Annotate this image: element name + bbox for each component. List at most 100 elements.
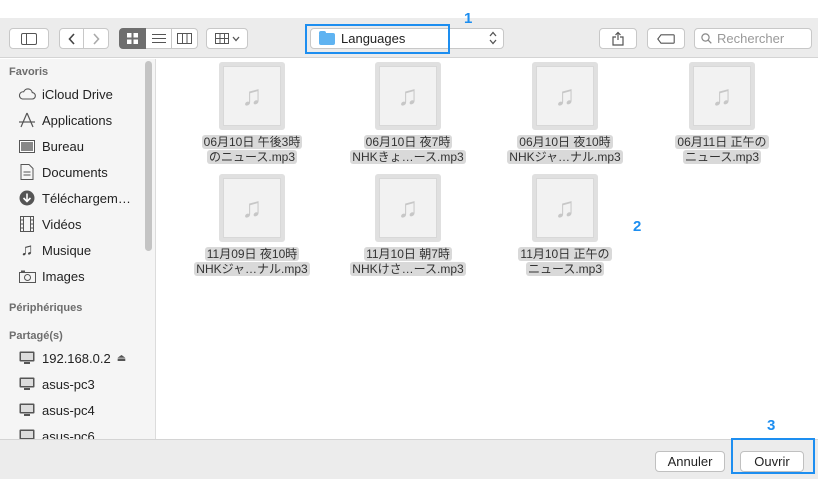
- chevron-down-icon: [232, 36, 239, 41]
- sidebar-item-label: Bureau: [42, 138, 84, 154]
- music-note-icon: ♫: [554, 192, 576, 223]
- music-note-icon: ♫: [241, 192, 263, 223]
- download-icon: [18, 190, 36, 206]
- view-mode-switcher: [119, 28, 198, 49]
- search-field[interactable]: Rechercher: [694, 28, 812, 49]
- nav-buttons: [59, 28, 109, 49]
- sidebar-toggle-icon: [21, 32, 37, 45]
- list-icon: [151, 34, 166, 43]
- monitor-icon: [18, 350, 36, 366]
- forward-button[interactable]: [84, 28, 109, 49]
- cancel-button[interactable]: Annuler: [655, 451, 725, 472]
- shared-header: Partagé(s): [9, 330, 63, 342]
- column-view-button[interactable]: [172, 28, 198, 49]
- grid-icon: [127, 33, 138, 44]
- monitor-icon: [18, 402, 36, 418]
- audio-file-thumbnail: ♫: [532, 62, 598, 130]
- sidebar-scrollbar[interactable]: [145, 61, 152, 251]
- file-item[interactable]: ♫ 06月10日 午後3時 のニュース.mp3: [187, 62, 317, 165]
- audio-file-thumbnail: ♫: [219, 62, 285, 130]
- sidebar-item-label: asus-pc4: [42, 402, 95, 418]
- tag-button[interactable]: [647, 28, 685, 49]
- share-button[interactable]: [599, 28, 637, 49]
- audio-file-thumbnail: ♫: [219, 174, 285, 242]
- audio-file-thumbnail: ♫: [532, 174, 598, 242]
- sidebar-item-label: asus-pc3: [42, 376, 95, 392]
- columns-icon: [177, 33, 192, 44]
- music-note-icon: ♫: [554, 80, 576, 111]
- tag-icon: [657, 33, 675, 44]
- chevron-left-icon: [67, 32, 75, 45]
- sidebar-item-192-168-0-2[interactable]: 192.168.0.2 ⏏: [18, 348, 126, 368]
- callout-3: 3: [767, 417, 776, 434]
- sidebar-item-downloads[interactable]: Téléchargem…: [18, 188, 131, 208]
- file-name: 06月10日 夜10時 NHKジャ…ナル.mp3: [507, 135, 623, 164]
- file-item[interactable]: ♫ 11月10日 朝7時 NHKけさ…ース.mp3: [343, 174, 473, 277]
- callout-1: 1: [464, 10, 473, 27]
- monitor-icon: [18, 376, 36, 392]
- film-icon: [18, 216, 36, 232]
- share-icon: [612, 31, 624, 46]
- dialog-footer: Annuler Ouvrir: [0, 439, 818, 479]
- location-highlight-box: [305, 24, 450, 54]
- open-highlight-box: [731, 438, 815, 474]
- sidebar-item-label: Musique: [42, 242, 92, 258]
- chevron-right-icon: [93, 32, 100, 45]
- devices-header: Périphériques: [9, 302, 83, 314]
- file-item[interactable]: ♫ 06月10日 夜7時 NHKきょ…ース.mp3: [343, 62, 473, 165]
- file-item[interactable]: ♫ 06月10日 夜10時 NHKジャ…ナル.mp3: [500, 62, 630, 165]
- file-item[interactable]: ♫ 11月10日 正午の ニュース.mp3: [500, 174, 630, 277]
- favorites-header: Favoris: [9, 66, 49, 78]
- sidebar-item-videos[interactable]: Vidéos: [18, 214, 82, 234]
- sidebar-item-label: Documents: [42, 164, 108, 180]
- file-name: 06月11日 正午の ニュース.mp3: [675, 135, 769, 164]
- icon-view-button[interactable]: [119, 28, 146, 49]
- list-view-button[interactable]: [146, 28, 172, 49]
- sidebar-item-label: iCloud Drive: [42, 86, 113, 102]
- sidebar-item-label: Applications: [42, 112, 113, 128]
- sidebar-item-label: Images: [42, 268, 85, 284]
- document-icon: [18, 164, 36, 180]
- sidebar-item-label: Vidéos: [42, 216, 82, 232]
- arrange-button[interactable]: [206, 28, 248, 49]
- eject-icon[interactable]: ⏏: [117, 353, 126, 364]
- audio-file-thumbnail: ♫: [375, 62, 441, 130]
- file-name: 11月09日 夜10時 NHKジャ…ナル.mp3: [194, 247, 310, 276]
- file-name: 06月10日 夜7時 NHKきょ…ース.mp3: [350, 135, 466, 164]
- audio-file-thumbnail: ♫: [689, 62, 755, 130]
- file-name: 06月10日 午後3時 のニュース.mp3: [201, 135, 303, 164]
- desktop-icon: [18, 138, 36, 154]
- music-note-icon: ♫: [397, 80, 419, 111]
- sidebar-item-bureau[interactable]: Bureau: [18, 136, 84, 156]
- audio-file-thumbnail: ♫: [375, 174, 441, 242]
- music-note-icon: ♫: [711, 80, 733, 111]
- applications-icon: [18, 112, 36, 128]
- search-placeholder: Rechercher: [717, 31, 785, 46]
- search-icon: [701, 33, 712, 44]
- sidebar-item-asus-pc3[interactable]: asus-pc3: [18, 374, 95, 394]
- arrange-grid-icon: [214, 33, 229, 44]
- camera-icon: [18, 268, 36, 284]
- callout-2: 2: [633, 218, 642, 235]
- file-item[interactable]: ♫ 11月09日 夜10時 NHKジャ…ナル.mp3: [187, 174, 317, 277]
- sidebar-item-label: Téléchargem…: [42, 190, 131, 206]
- file-name: 11月10日 朝7時 NHKけさ…ース.mp3: [350, 247, 466, 276]
- file-item[interactable]: ♫ 06月11日 正午の ニュース.mp3: [657, 62, 787, 165]
- sidebar-item-documents[interactable]: Documents: [18, 162, 108, 182]
- sidebar-item-music[interactable]: ♫ Musique: [18, 240, 92, 260]
- sidebar-item-asus-pc4[interactable]: asus-pc4: [18, 400, 95, 420]
- sidebar-item-label: asus-pc6: [42, 428, 95, 440]
- file-name: 11月10日 正午の ニュース.mp3: [518, 247, 612, 276]
- sidebar-toggle-button[interactable]: [9, 28, 49, 49]
- monitor-icon: [18, 428, 36, 439]
- sidebar-item-applications[interactable]: Applications: [18, 110, 112, 130]
- music-icon: ♫: [20, 240, 34, 259]
- back-button[interactable]: [59, 28, 84, 49]
- sidebar-item-images[interactable]: Images: [18, 266, 85, 286]
- sidebar-item-icloud-drive[interactable]: iCloud Drive: [18, 84, 113, 104]
- sidebar-item-label: 192.168.0.2: [42, 350, 111, 366]
- sidebar: Favoris iCloud Drive Applications Bureau…: [0, 59, 156, 439]
- sidebar-item-asus-pc6[interactable]: asus-pc6: [18, 426, 95, 439]
- music-note-icon: ♫: [241, 80, 263, 111]
- updown-arrows-icon: [489, 31, 497, 45]
